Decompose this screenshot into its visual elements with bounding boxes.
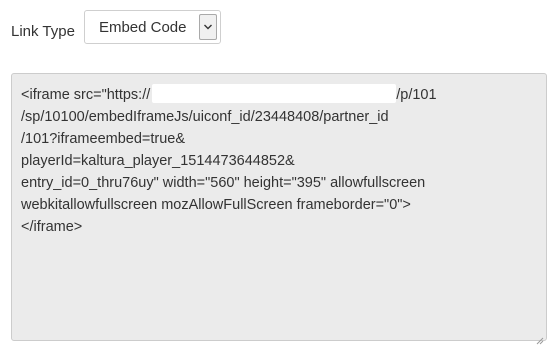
embed-code-line: /sp/10100/embedIframeJs/uiconf_id/234484… xyxy=(21,109,389,125)
embed-code-line: playerId=kaltura_player_1514473644852& xyxy=(21,153,295,169)
link-type-label: Link Type xyxy=(11,22,75,40)
embed-code-textarea[interactable]: <iframe src="https:// /p/101 /sp/10100/em… xyxy=(11,73,547,345)
embed-code-url-prefix: <iframe src="https:// xyxy=(21,87,151,103)
redacted-domain xyxy=(152,84,397,103)
embed-code-line: webkitallowfullscreen mozAllowFullScreen… xyxy=(21,197,411,213)
embed-code-line: entry_id=0_thru76uy" width="560" height=… xyxy=(21,175,426,191)
link-type-select-value: Embed Code xyxy=(98,18,187,36)
link-type-select[interactable]: Embed Code xyxy=(83,10,221,44)
embed-code-line: /101?iframeembed=true& xyxy=(21,131,186,147)
resize-grip-icon[interactable] xyxy=(536,330,544,345)
chevron-down-icon[interactable] xyxy=(198,14,217,40)
embed-code-line: <iframe src="https:// /p/101 xyxy=(21,84,546,106)
embed-code-url-suffix: /p/101 xyxy=(396,87,437,103)
link-type-row: Link Type Embed Code xyxy=(11,8,221,46)
embed-code-line: </iframe> xyxy=(21,219,83,235)
